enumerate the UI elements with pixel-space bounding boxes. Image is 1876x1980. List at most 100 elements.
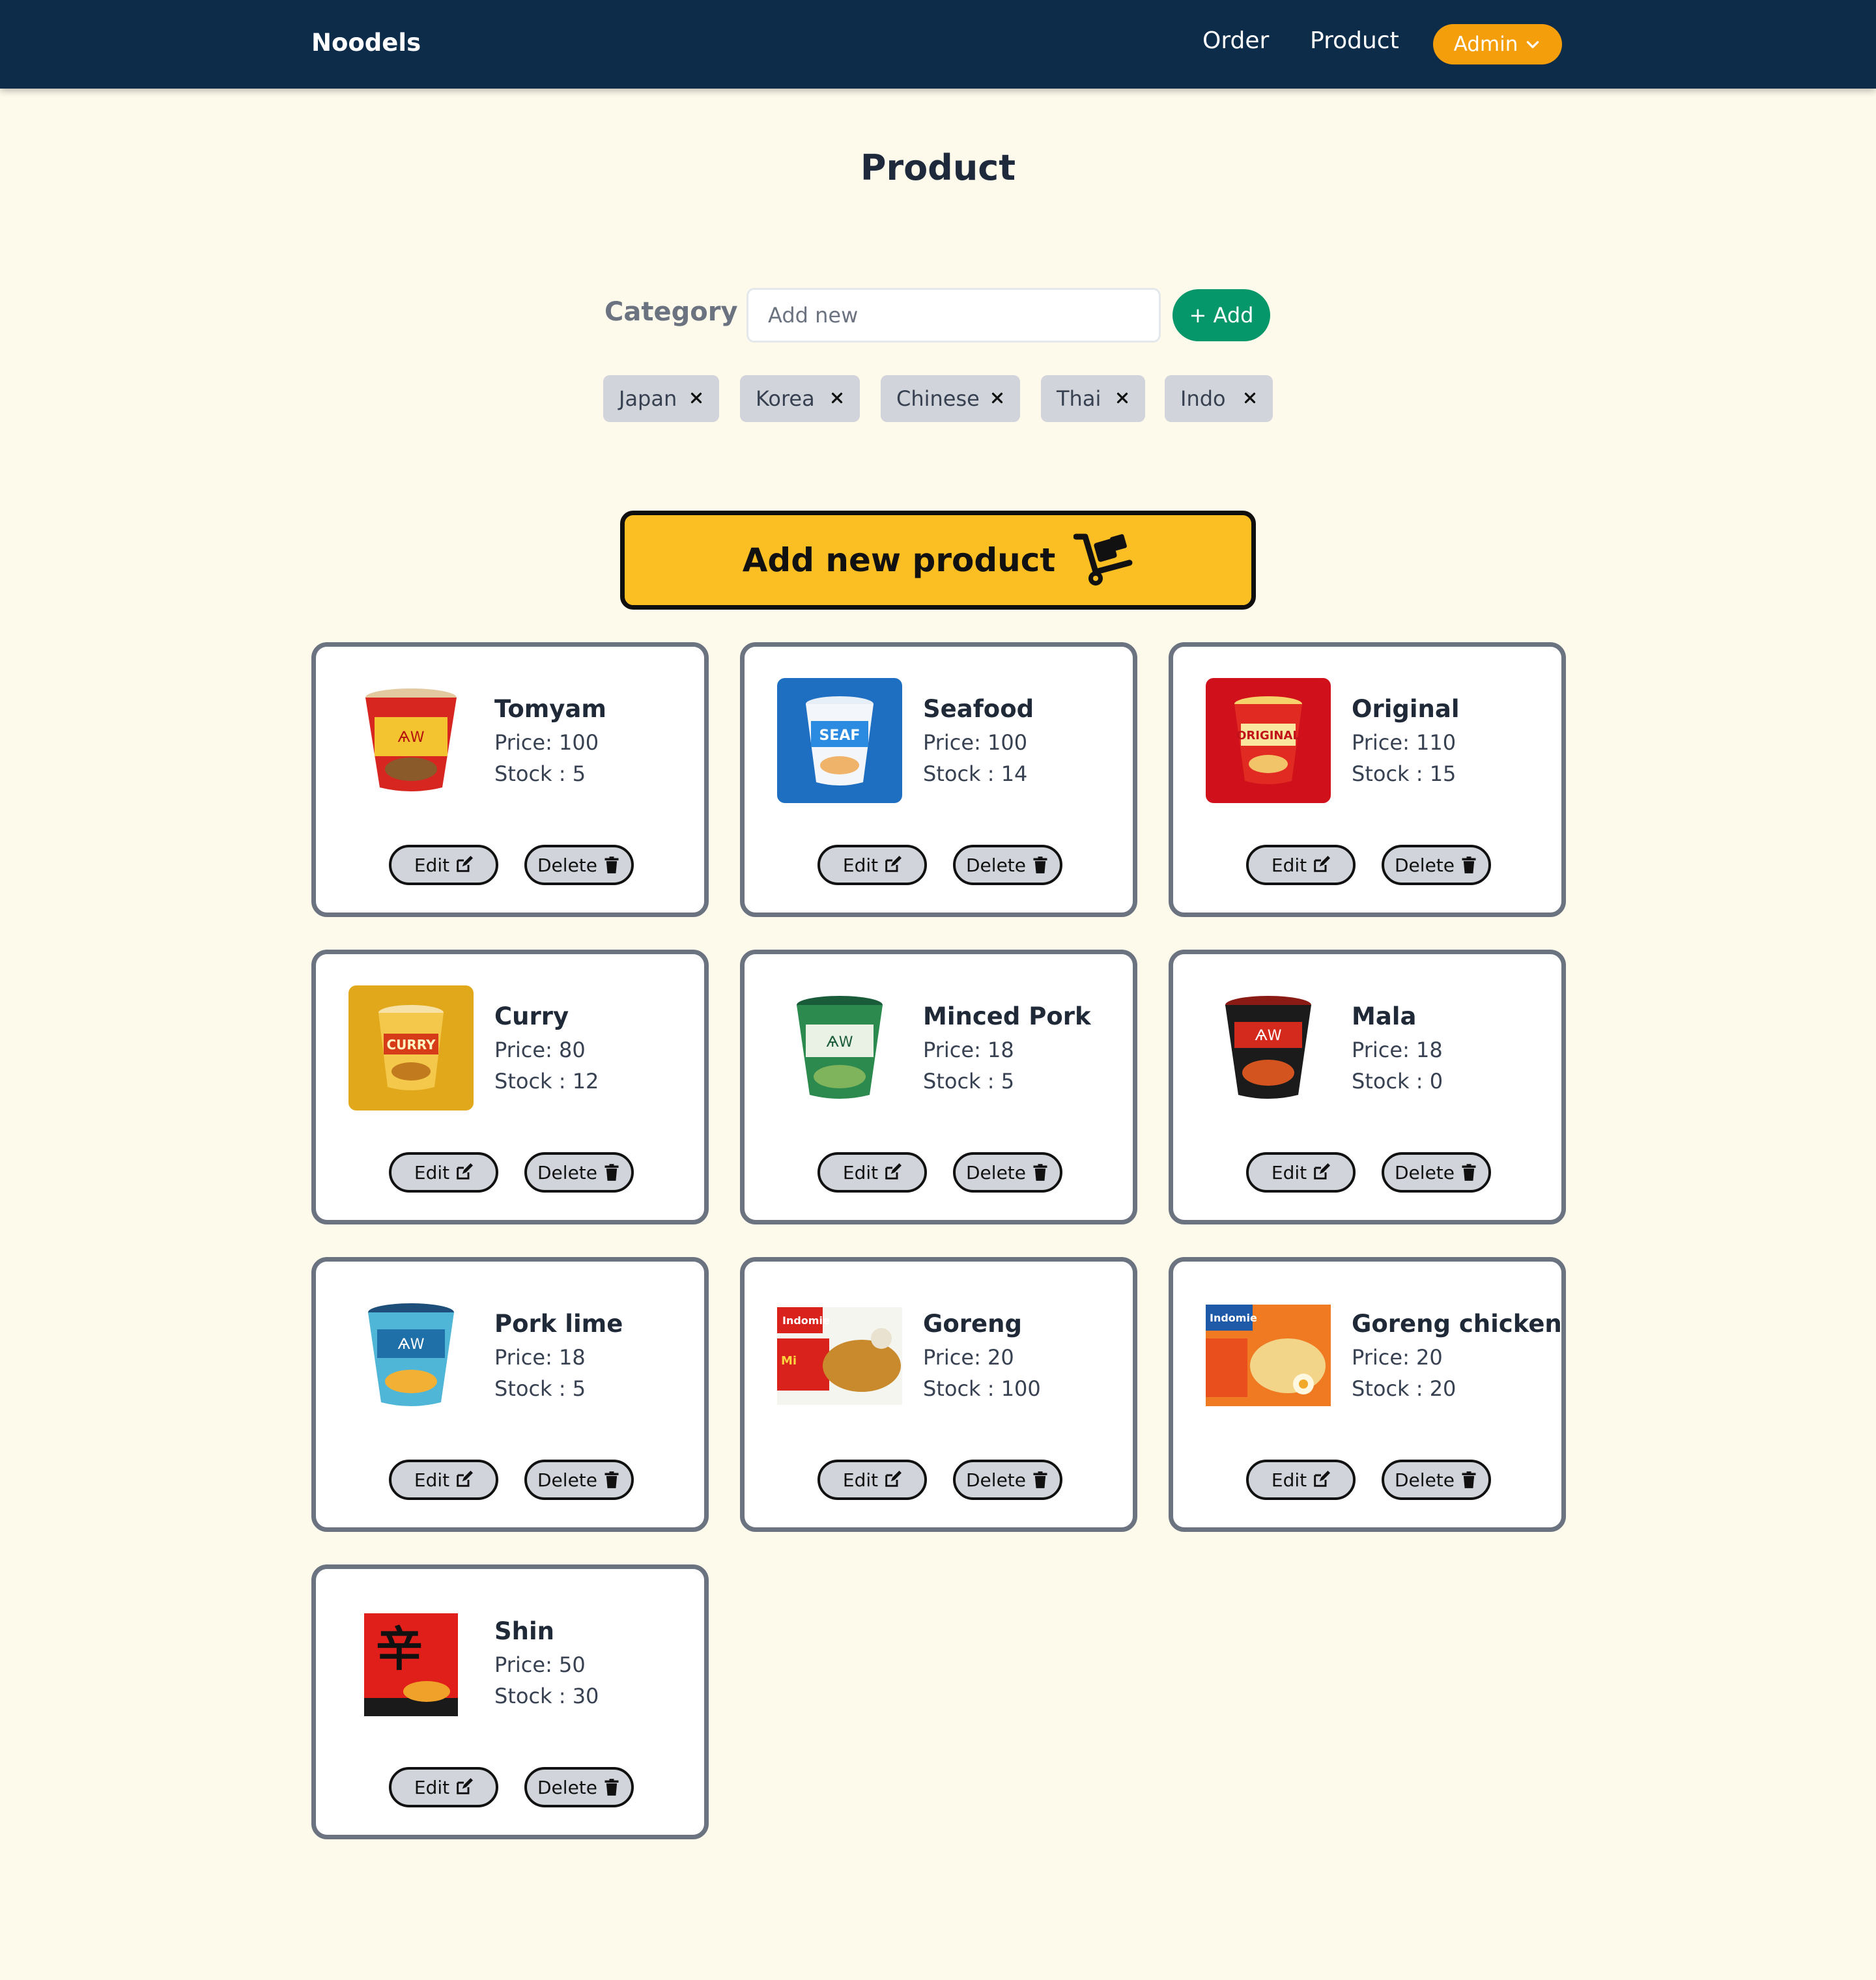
product-card: CURRY Curry Price: 80 Stock : 12 Edit De… xyxy=(311,950,709,1224)
edit-icon xyxy=(1314,1471,1331,1487)
product-card: ѦW Mala Price: 18 Stock : 0 Edit Delete xyxy=(1169,950,1566,1224)
chip-label: Thai xyxy=(1057,386,1101,411)
edit-button[interactable]: Edit xyxy=(1246,845,1356,885)
delete-button[interactable]: Delete xyxy=(953,1152,1062,1193)
edit-button[interactable]: Edit xyxy=(389,845,498,885)
edit-label: Edit xyxy=(1271,1469,1307,1491)
delete-button[interactable]: Delete xyxy=(1382,1152,1491,1193)
edit-button[interactable]: Edit xyxy=(817,1152,927,1193)
category-chip-thai: Thai xyxy=(1041,375,1145,422)
edit-button[interactable]: Edit xyxy=(1246,1152,1356,1193)
edit-icon xyxy=(457,1778,474,1794)
category-input[interactable] xyxy=(746,288,1161,343)
delete-button[interactable]: Delete xyxy=(524,1152,634,1193)
product-name: Curry xyxy=(494,1002,569,1030)
brand-logo[interactable]: Noodels xyxy=(311,29,421,57)
cup-red-noodle-icon: ѦW xyxy=(348,678,474,803)
delete-button[interactable]: Delete xyxy=(1382,845,1491,885)
product-stock: Stock : 12 xyxy=(494,1069,599,1094)
edit-icon xyxy=(457,1471,474,1487)
nav-link-order[interactable]: Order xyxy=(1202,27,1269,54)
delete-label: Delete xyxy=(966,1469,1026,1491)
svg-text:ORIGINAL: ORIGINAL xyxy=(1236,729,1300,742)
cup-teal-noodle-icon: ѦW xyxy=(348,1293,474,1418)
hand-truck-icon xyxy=(1073,533,1133,586)
category-chip-chinese: Chinese xyxy=(881,375,1020,422)
add-product-label: Add new product xyxy=(742,541,1056,579)
trash-icon xyxy=(1462,856,1476,873)
product-stock: Stock : 15 xyxy=(1352,761,1457,786)
edit-button[interactable]: Edit xyxy=(389,1767,498,1807)
chevron-down-icon xyxy=(1527,41,1539,48)
delete-button[interactable]: Delete xyxy=(953,1460,1062,1500)
nav-link-product[interactable]: Product xyxy=(1310,27,1399,54)
svg-text:ѦW: ѦW xyxy=(397,729,424,746)
svg-text:ѦW: ѦW xyxy=(826,1034,853,1051)
category-chip-korea: Korea xyxy=(740,375,860,422)
close-icon[interactable] xyxy=(829,389,846,406)
product-name: Minced Pork xyxy=(923,1002,1091,1030)
close-icon[interactable] xyxy=(1114,389,1131,406)
product-price: Price: 18 xyxy=(923,1038,1014,1062)
trash-icon xyxy=(604,856,619,873)
product-price: Price: 18 xyxy=(494,1345,586,1370)
delete-button[interactable]: Delete xyxy=(1382,1460,1491,1500)
delete-label: Delete xyxy=(537,1469,597,1491)
delete-label: Delete xyxy=(537,1776,597,1798)
product-card: Indomie Goreng chicken Price: 20 Stock :… xyxy=(1169,1257,1566,1532)
product-name: Seafood xyxy=(923,695,1034,723)
edit-button[interactable]: Edit xyxy=(1246,1460,1356,1500)
chip-label: Korea xyxy=(756,386,815,411)
product-price: Price: 110 xyxy=(1352,730,1457,755)
edit-label: Edit xyxy=(1271,854,1307,876)
edit-icon xyxy=(885,1163,902,1180)
trash-icon xyxy=(1033,856,1047,873)
cup-curry-noodle-icon: CURRY xyxy=(348,985,474,1110)
edit-button[interactable]: Edit xyxy=(389,1460,498,1500)
admin-dropdown-button[interactable]: Admin xyxy=(1433,24,1562,64)
trash-icon xyxy=(1033,1164,1047,1181)
product-name: Tomyam xyxy=(494,695,606,723)
product-stock: Stock : 5 xyxy=(923,1069,1015,1094)
delete-button[interactable]: Delete xyxy=(524,1460,634,1500)
edit-button[interactable]: Edit xyxy=(817,1460,927,1500)
chip-label: Indo xyxy=(1180,386,1226,411)
edit-label: Edit xyxy=(414,1161,450,1183)
product-price: Price: 18 xyxy=(1352,1038,1443,1062)
product-price: Price: 50 xyxy=(494,1652,586,1677)
product-name: Goreng chicken xyxy=(1352,1310,1562,1338)
category-chip-japan: Japan xyxy=(603,375,719,422)
edit-button[interactable]: Edit xyxy=(389,1152,498,1193)
product-stock: Stock : 20 xyxy=(1352,1376,1457,1401)
cup-original-noodle-icon: ORIGINAL xyxy=(1206,678,1331,803)
product-price: Price: 80 xyxy=(494,1038,586,1062)
trash-icon xyxy=(1462,1164,1476,1181)
edit-button[interactable]: Edit xyxy=(817,845,927,885)
delete-label: Delete xyxy=(1395,1161,1455,1183)
product-stock: Stock : 5 xyxy=(494,761,586,786)
add-new-product-button[interactable]: Add new product xyxy=(620,511,1256,610)
delete-label: Delete xyxy=(966,854,1026,876)
delete-button[interactable]: Delete xyxy=(953,845,1062,885)
edit-label: Edit xyxy=(414,854,450,876)
close-icon[interactable] xyxy=(688,389,705,406)
add-category-button[interactable]: + Add xyxy=(1172,289,1270,341)
svg-text:ѦW: ѦW xyxy=(1255,1028,1281,1044)
category-chip-indo: Indo xyxy=(1165,375,1273,422)
trash-icon xyxy=(604,1471,619,1488)
page-title: Product xyxy=(860,147,1016,188)
product-stock: Stock : 0 xyxy=(1352,1069,1443,1094)
edit-label: Edit xyxy=(414,1776,450,1798)
product-price: Price: 100 xyxy=(923,730,1028,755)
edit-label: Edit xyxy=(414,1469,450,1491)
product-name: Shin xyxy=(494,1617,555,1645)
pack-goreng-chicken-noodle-icon: Indomie xyxy=(1206,1293,1331,1418)
delete-button[interactable]: Delete xyxy=(524,1767,634,1807)
product-card: SEAF Seafood Price: 100 Stock : 14 Edit … xyxy=(740,642,1137,917)
close-icon[interactable] xyxy=(989,389,1006,406)
delete-button[interactable]: Delete xyxy=(524,845,634,885)
product-card: ѦW Minced Pork Price: 18 Stock : 5 Edit … xyxy=(740,950,1137,1224)
svg-text:ѦW: ѦW xyxy=(397,1336,424,1353)
product-card: ORIGINAL Original Price: 110 Stock : 15 … xyxy=(1169,642,1566,917)
close-icon[interactable] xyxy=(1242,389,1258,406)
